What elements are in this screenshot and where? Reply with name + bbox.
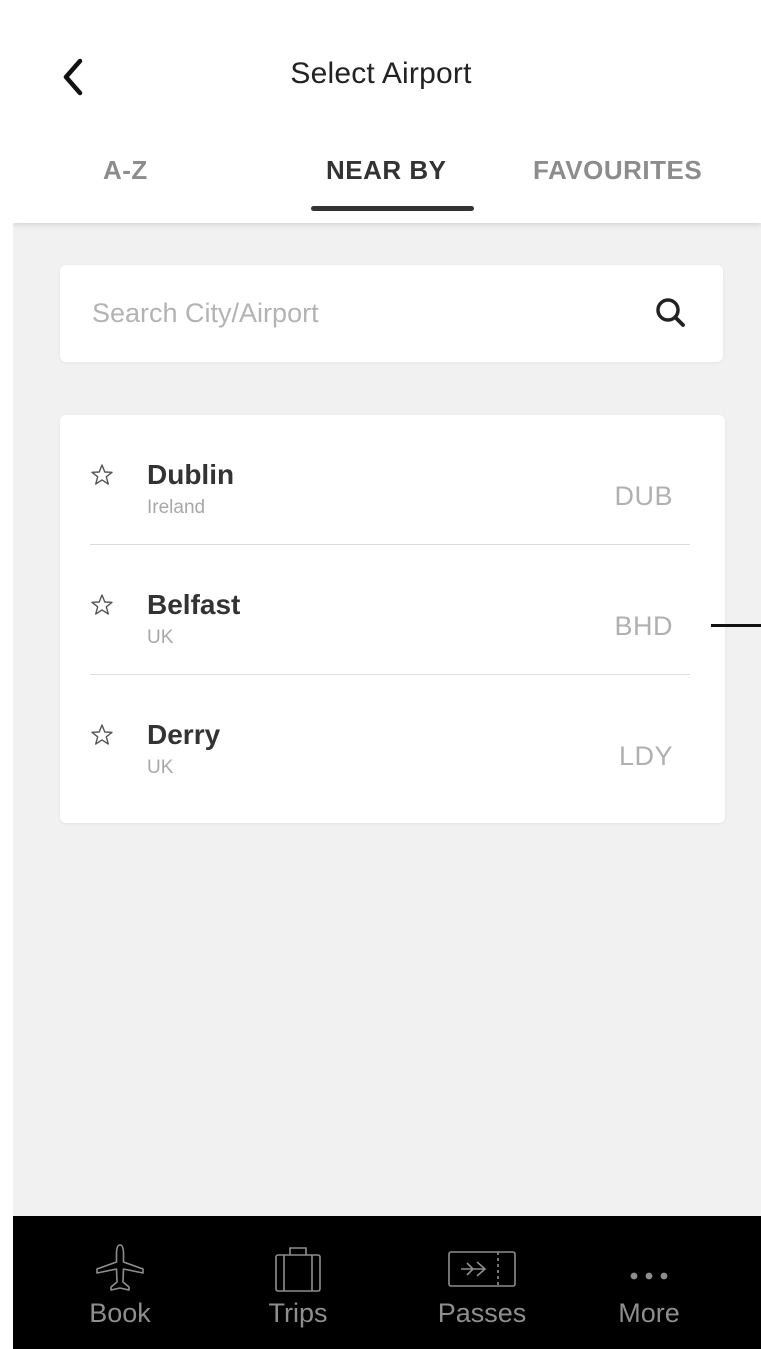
airport-code: DUB [614,481,673,511]
nav-passes-label: Passes [437,1298,527,1328]
city-name: Derry [147,719,221,750]
airport-list: Dublin Ireland DUB Belfast UK BHD Derry [60,415,725,823]
nav-more[interactable]: More [579,1216,719,1349]
star-icon[interactable] [90,593,114,617]
country-name: UK [147,757,174,778]
nav-passes[interactable]: Passes [412,1216,552,1349]
boarding-pass-icon [447,1242,517,1299]
tab-bar: A-Z NEAR BY FAVOURITES [13,147,761,223]
scroll-indicator [711,624,761,627]
search-bar [60,265,723,362]
suitcase-icon [272,1242,324,1299]
airport-row-dublin[interactable]: Dublin Ireland DUB [60,415,725,545]
nav-trips[interactable]: Trips [228,1216,368,1349]
nav-book-label: Book [89,1298,151,1328]
nav-more-label: More [618,1298,680,1328]
city-name: Dublin [147,459,235,490]
airport-code: BHD [614,611,673,641]
airport-row-derry[interactable]: Derry UK LDY [60,675,725,805]
active-tab-indicator [311,206,474,211]
country-name: UK [147,627,174,648]
more-dots-icon [623,1242,675,1299]
nav-book[interactable]: Book [50,1216,190,1349]
country-name: Ireland [147,497,206,518]
page-title: Select Airport [290,57,472,90]
city-name: Belfast [147,589,241,620]
airport-row-belfast[interactable]: Belfast UK BHD [60,545,725,675]
header: Select Airport A-Z NEAR BY FAVOURITES [13,12,761,223]
tab-near-by[interactable]: NEAR BY [326,155,447,186]
bottom-navigation: Book Trips Passes More [13,1216,761,1349]
star-icon[interactable] [90,463,114,487]
airport-code: LDY [618,741,673,771]
star-icon[interactable] [90,723,114,747]
tab-favourites[interactable]: FAVOURITES [533,155,702,186]
search-icon[interactable] [653,295,689,331]
app-screen: Select Airport A-Z NEAR BY FAVOURITES Du… [13,12,761,1349]
search-input[interactable] [92,265,632,362]
nav-trips-label: Trips [268,1298,328,1328]
tab-a-z[interactable]: A-Z [103,155,148,186]
airplane-icon [94,1242,146,1299]
